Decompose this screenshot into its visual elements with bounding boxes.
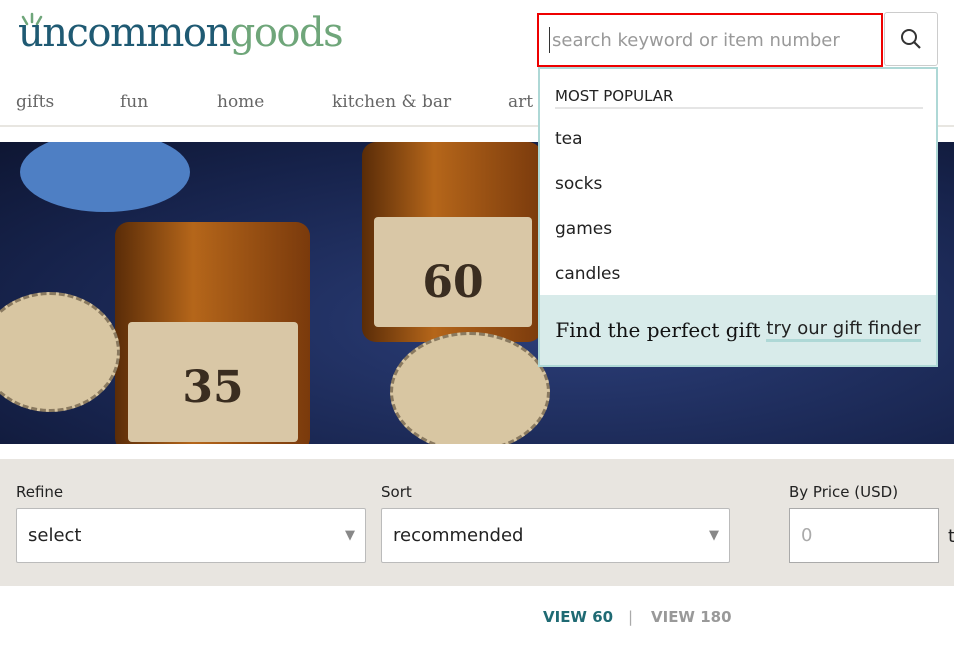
nav-home[interactable]: home [217,92,264,112]
candle-label: 35 [128,322,298,442]
candle-lid [0,292,120,412]
logo-text-2: goods [229,10,344,56]
blue-bowl [20,142,190,212]
nav-kitchen-bar[interactable]: kitchen & bar [332,92,451,112]
price-label: By Price (USD) [789,483,899,501]
suggestion-item[interactable]: candles [555,264,620,284]
logo[interactable]: uncommongoods [18,10,344,56]
search-button[interactable] [884,12,938,66]
refine-select[interactable]: select ▼ [16,508,366,563]
sort-select[interactable]: recommended ▼ [381,508,730,563]
search-icon [901,29,921,49]
view-60-link[interactable]: VIEW 60 [543,608,613,626]
view-separator: | [628,608,634,626]
search-input[interactable] [549,27,869,53]
search-box [537,13,883,67]
gift-finder-promo: Find the perfect gift try our gift finder [540,295,936,365]
refine-label: Refine [16,483,64,501]
dropdown-arrow-icon: ▼ [345,528,355,543]
filter-bar: Refine select ▼ Sort recommended ▼ By Pric… [0,459,954,586]
candle-label: 60 [374,217,532,327]
gift-finder-link[interactable]: try our gift finder [766,318,921,342]
price-to-label: to [948,526,954,547]
dropdown-arrow-icon: ▼ [709,528,719,543]
nav-fun[interactable]: fun [120,92,148,112]
view-180-link[interactable]: VIEW 180 [651,608,732,626]
sort-label: Sort [381,483,412,501]
suggestion-item[interactable]: games [555,219,612,239]
suggestion-item[interactable]: socks [555,174,602,194]
refine-value: select [28,525,82,546]
finder-text: Find the perfect gift [555,318,761,342]
suggestion-item[interactable]: tea [555,129,583,149]
most-popular-heading: MOST POPULAR [555,87,923,109]
search-suggestions: MOST POPULAR tea socks games candles Fin… [538,67,938,367]
logo-text-1: uncommon [18,10,231,56]
price-min-input[interactable]: 0 [789,508,939,563]
sort-value: recommended [393,525,524,546]
nav-art[interactable]: art [508,92,533,112]
nav-gifts[interactable]: gifts [16,92,54,112]
candle-lid [390,332,550,444]
